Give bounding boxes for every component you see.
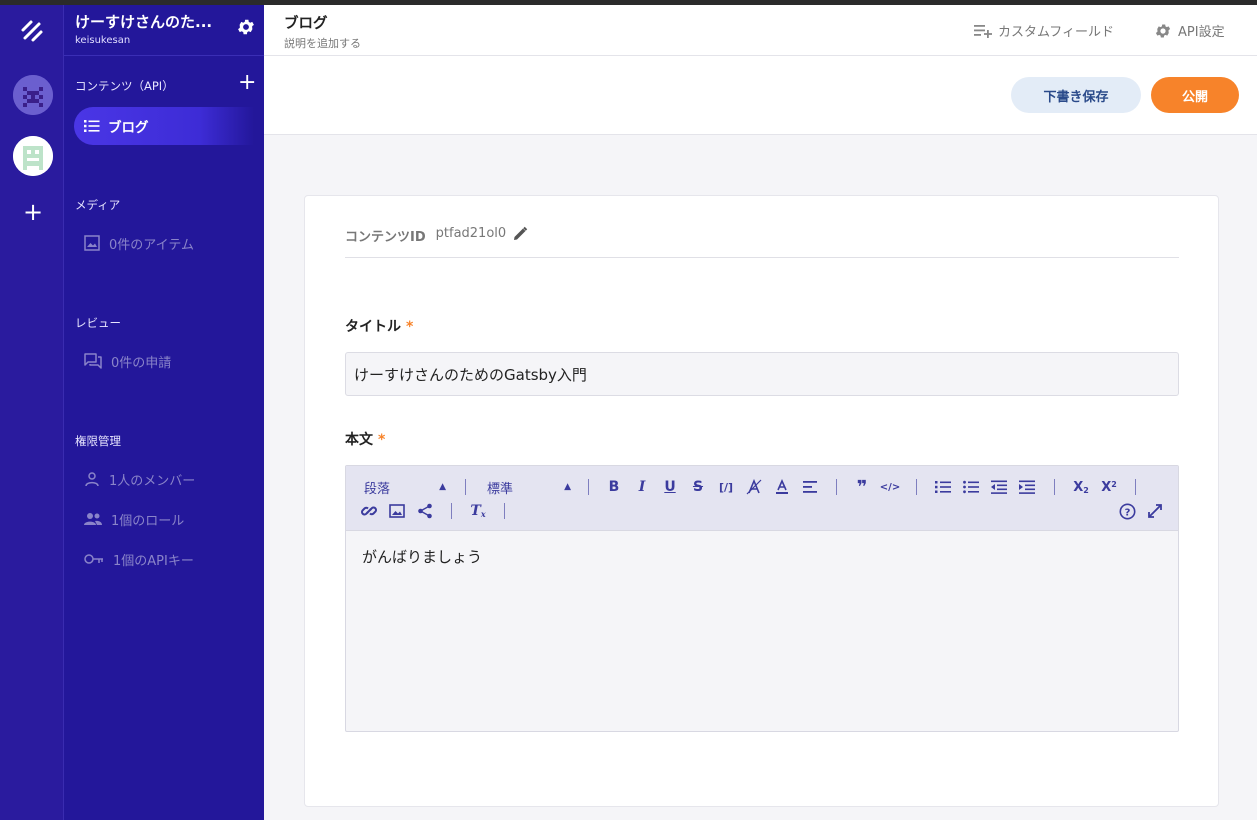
api-settings-link[interactable]: API設定 [1154,21,1225,40]
toolbar-separator [916,479,917,495]
insert-image-icon[interactable] [386,500,408,522]
editor-body-text[interactable]: がんばりましょう [362,546,482,567]
indent-icon[interactable] [1016,476,1038,498]
fullscreen-expand-icon[interactable] [1144,500,1166,522]
paragraph-select-value: 段落 [364,481,391,497]
sidebar: けーすけさんのた... keisukesan コンテンツ（API） + ブログ … [64,5,264,820]
workspace-settings-gear-icon[interactable] [236,17,256,37]
clear-background-icon[interactable] [743,476,765,498]
sidebar-item-label: 1個のロール [111,513,185,529]
help-icon[interactable]: ? [1116,500,1138,522]
group-icon [84,513,102,525]
italic-icon[interactable]: I [631,476,653,498]
sidebar-item-label: 1人のメンバー [109,473,196,489]
sidebar-item-label: 0件の申請 [111,355,172,371]
sidebar-item-media[interactable]: 0件のアイテム [84,231,194,255]
sidebar-item-label: 1個のAPIキー [113,553,194,569]
page-title: ブログ [284,16,328,32]
content-form-card: コンテンツID ptfad21ol0 タイトル * 本文 * 段落 ▲ 標準 ▲ [304,195,1219,807]
app-logo-icon[interactable] [0,5,64,56]
superscript-icon[interactable]: X2 [1098,476,1120,498]
sidebar-item-members[interactable]: 1人のメンバー [84,467,195,491]
toolbar-separator [1054,479,1055,495]
code-block-icon[interactable]: </> [879,476,901,498]
pencil-edit-icon[interactable] [512,226,528,242]
content-id-value: ptfad21ol0 [435,226,507,241]
toolbar-separator [836,479,837,495]
workspace-avatar-2[interactable] [13,136,53,176]
workspace-name: けーすけさんのた... [75,13,213,31]
publish-button[interactable]: 公開 [1151,77,1239,113]
person-icon [85,472,99,487]
share-embed-icon[interactable] [414,500,436,522]
bold-icon[interactable]: B [603,476,625,498]
chat-bubbles-icon [84,353,102,369]
toolbar-separator [1135,479,1136,495]
playlist-add-icon [974,24,992,38]
toolbar-separator [451,503,452,519]
underline-icon[interactable]: U [659,476,681,498]
account-name: keisukesan [75,35,131,46]
sidebar-item-label: 0件のアイテム [109,237,194,253]
content-id-label: コンテンツID [345,230,426,245]
add-api-plus-icon[interactable]: + [238,72,256,94]
media-section-label: メディア [75,198,121,212]
body-field-label: 本文 * [345,429,385,449]
sidebar-item-apikeys[interactable]: 1個のAPIキー [84,547,194,571]
font-size-select[interactable]: 標準 ▲ [487,476,571,498]
page-header: ブログ 説明を追加する カスタムフィールド API設定 [264,5,1257,56]
save-draft-button[interactable]: 下書き保存 [1011,77,1141,113]
sidebar-item-blog[interactable]: ブログ [74,107,254,145]
api-settings-label: API設定 [1178,25,1225,40]
gear-icon [1155,23,1171,38]
toolbar-separator [588,479,589,495]
rich-text-editor: 段落 ▲ 標準 ▲ B I U S [/] ❞ </> X 2 X 2 T x … [345,465,1179,732]
image-icon [84,235,100,251]
sidebar-item-review[interactable]: 0件の申請 [84,349,171,373]
size-select-value: 標準 [487,481,514,497]
add-description-link[interactable]: 説明を追加する [284,35,361,51]
outdent-icon[interactable] [988,476,1010,498]
workspace-avatar-1[interactable] [13,75,53,115]
bullet-list-icon[interactable] [960,476,982,498]
align-left-icon[interactable] [799,476,821,498]
ordered-list-icon[interactable] [932,476,954,498]
required-mark: * [406,319,414,335]
blockquote-icon[interactable]: ❞ [851,476,873,498]
inline-code-icon[interactable]: [/] [715,476,737,498]
sidebar-item-roles[interactable]: 1個のロール [84,507,184,531]
sidebar-header: けーすけさんのた... keisukesan [64,5,264,56]
required-mark: * [378,432,386,448]
add-workspace-plus-icon[interactable]: + [22,200,44,224]
custom-fields-link[interactable]: カスタムフィールド [974,21,1114,40]
toolbar-separator [504,503,505,519]
strikethrough-icon[interactable]: S [687,476,709,498]
link-icon[interactable] [358,500,380,522]
editor-toolbar: 段落 ▲ 標準 ▲ B I U S [/] ❞ </> X 2 X 2 T x … [346,466,1178,531]
paragraph-format-select[interactable]: 段落 ▲ [364,476,446,498]
toolbar-separator [465,479,466,495]
title-label-text: タイトル [345,319,401,335]
workspace-rail: + [0,5,64,820]
title-field-label: タイトル * [345,316,413,336]
select-arrows-icon: ▲ [564,482,571,492]
review-section-label: レビュー [75,316,121,330]
clear-format-icon[interactable]: Tx [467,500,489,522]
subscript-icon[interactable]: X2 [1070,476,1092,498]
contents-section-label: コンテンツ（API） [75,79,174,93]
svg-text:?: ? [1124,507,1130,518]
action-bar: 下書き保存 公開 [264,56,1257,135]
list-icon [84,120,100,132]
custom-fields-label: カスタムフィールド [998,25,1114,40]
sidebar-item-label: ブログ [108,120,149,136]
content-id-row: コンテンツID ptfad21ol0 [345,226,1179,258]
font-color-icon[interactable] [771,476,793,498]
permission-section-label: 権限管理 [75,434,121,448]
select-arrows-icon: ▲ [439,482,446,492]
key-icon [84,554,103,564]
body-label-text: 本文 [345,432,373,448]
title-input[interactable] [345,352,1179,396]
